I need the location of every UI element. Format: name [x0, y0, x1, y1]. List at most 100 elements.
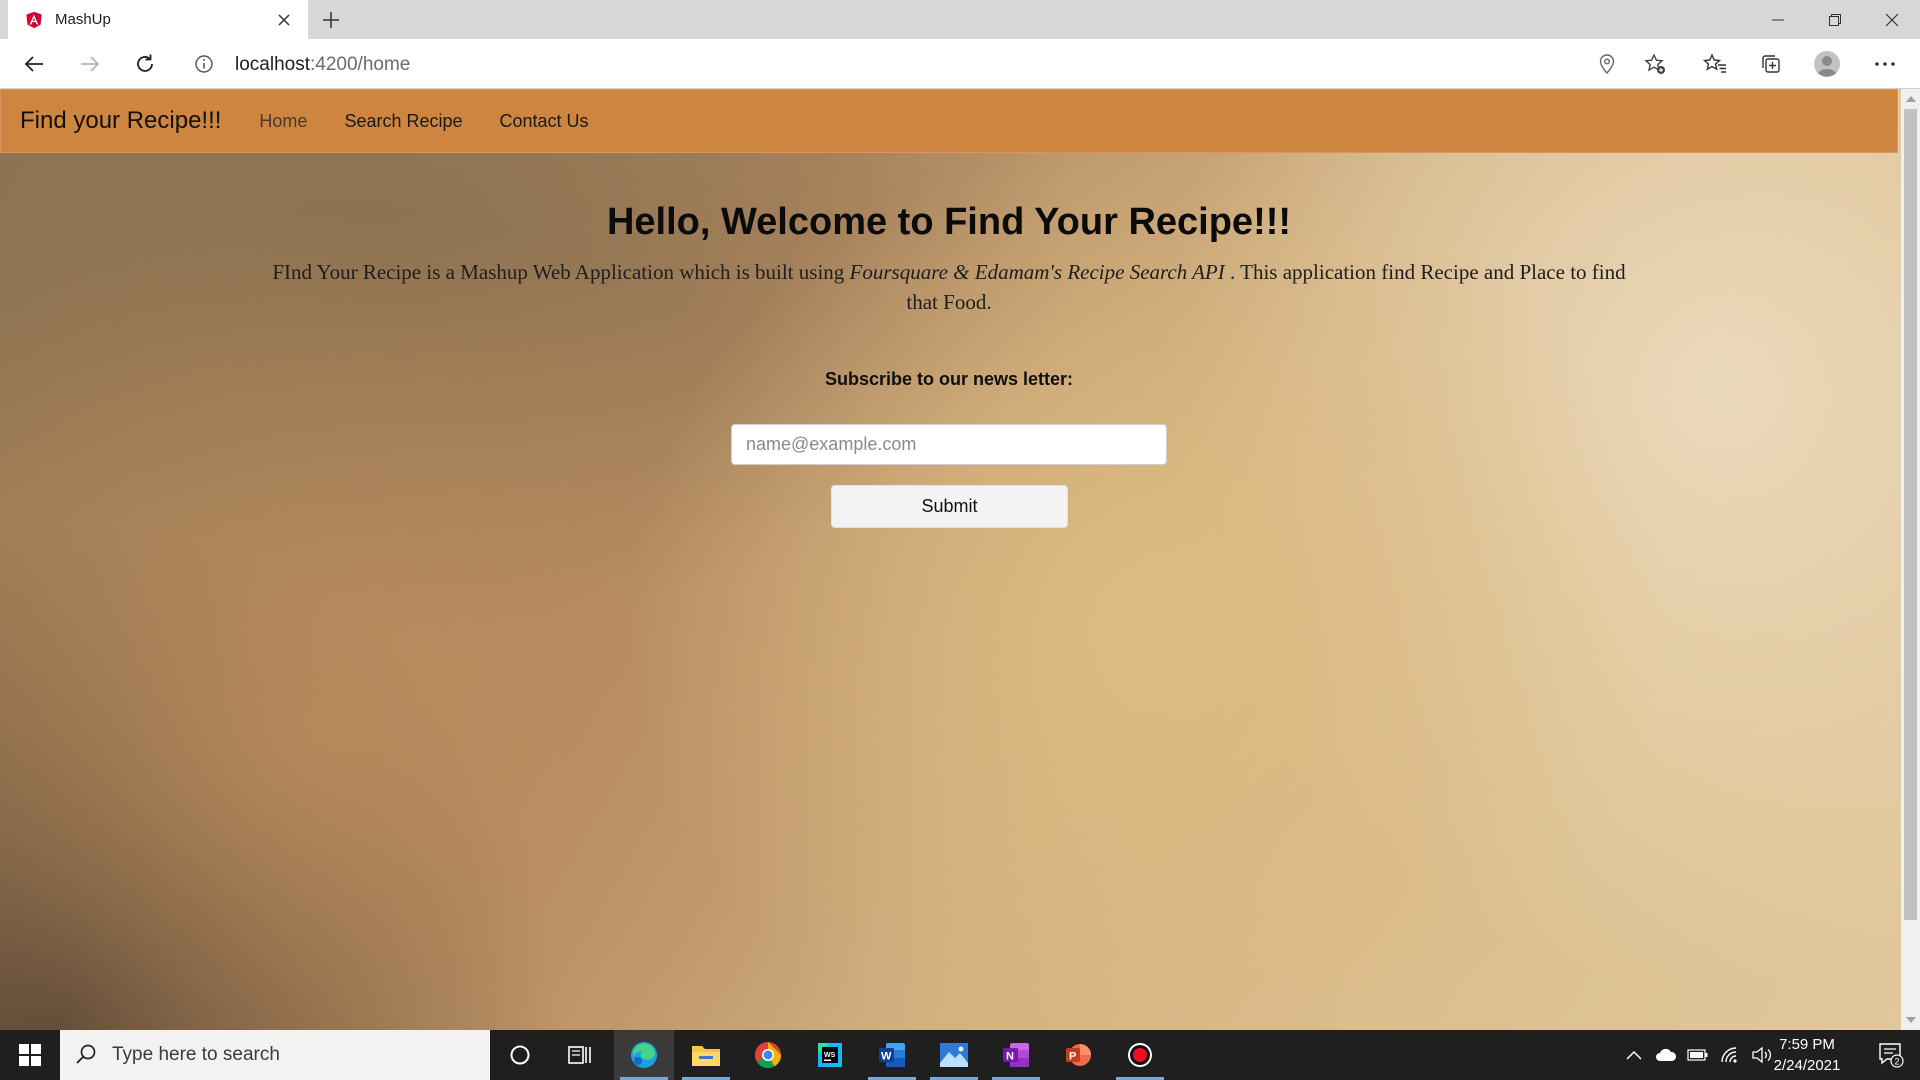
reload-icon	[137, 54, 153, 72]
location-pin-icon[interactable]	[1596, 53, 1618, 75]
favorites-button[interactable]	[1696, 45, 1734, 83]
browser-tab-strip: MashUp	[0, 0, 1920, 39]
vertical-scrollbar[interactable]	[1901, 89, 1920, 1030]
info-icon[interactable]	[194, 54, 214, 74]
cloud-icon	[1656, 1048, 1677, 1061]
powerpoint-icon: P	[1066, 1044, 1091, 1066]
restore-icon	[1828, 13, 1841, 26]
forward-button[interactable]	[71, 45, 109, 83]
scroll-up-icon[interactable]	[1906, 96, 1916, 102]
nav-home[interactable]: Home	[259, 111, 307, 132]
taskbar-edge[interactable]	[614, 1030, 674, 1080]
url-path: :4200/home	[310, 54, 411, 75]
photos-icon	[940, 1043, 968, 1067]
tray-onedrive[interactable]	[1650, 1030, 1682, 1080]
onenote-icon: N	[1003, 1043, 1029, 1067]
cortana-circle-icon	[510, 1045, 530, 1065]
plus-icon	[323, 12, 339, 28]
description-start: FInd Your Recipe is a Mashup Web Applica…	[272, 260, 850, 284]
settings-more-button[interactable]	[1866, 45, 1904, 83]
action-center-button[interactable]: 2	[1862, 1030, 1920, 1080]
tray-network[interactable]	[1714, 1030, 1746, 1080]
restore-button[interactable]	[1806, 0, 1863, 39]
email-input[interactable]	[731, 424, 1167, 465]
more-dots-icon	[1875, 62, 1895, 66]
address-bar[interactable]: localhost:4200/home	[180, 45, 1682, 83]
avatar-icon	[1814, 51, 1840, 77]
taskbar-search-box[interactable]: Type here to search	[60, 1030, 490, 1080]
arrow-left-icon	[24, 56, 43, 72]
favorites-icon	[1703, 53, 1726, 73]
browser-tab[interactable]: MashUp	[8, 0, 308, 39]
taskbar-photos[interactable]	[924, 1030, 984, 1080]
search-icon	[76, 1044, 96, 1064]
page-description: FInd Your Recipe is a Mashup Web Applica…	[255, 257, 1643, 317]
subscribe-label: Subscribe to our news letter:	[824, 369, 1074, 389]
angular-icon	[26, 11, 42, 28]
windows-logo-icon	[19, 1044, 41, 1066]
taskbar-clock[interactable]: 7:59 PM 2/24/2021	[1762, 1034, 1852, 1076]
folder-icon	[692, 1046, 720, 1066]
notification-icon: 2	[1879, 1043, 1904, 1068]
site-navbar: Find your Recipe!!! Home Search Recipe C…	[0, 89, 1898, 153]
profile-button[interactable]	[1808, 45, 1846, 83]
back-button[interactable]	[15, 45, 53, 83]
webstorm-icon: WS	[818, 1043, 842, 1067]
system-tray	[1618, 1030, 1778, 1080]
collections-icon	[1762, 55, 1780, 73]
clock-time: 7:59 PM	[1779, 1036, 1835, 1053]
edge-browser-icon	[631, 1042, 657, 1068]
taskbar-search-placeholder: Type here to search	[112, 1044, 280, 1065]
arrow-right-icon	[81, 56, 100, 72]
svg-text:N: N	[1006, 1051, 1014, 1063]
taskbar-screen-recorder[interactable]	[1110, 1030, 1170, 1080]
svg-text:P: P	[1069, 1051, 1076, 1063]
new-tab-button[interactable]	[318, 7, 344, 33]
add-favorite-icon[interactable]	[1644, 53, 1666, 75]
taskbar-webstorm[interactable]: WS	[800, 1030, 860, 1080]
page-viewport: Find your Recipe!!! Home Search Recipe C…	[0, 89, 1901, 1030]
url-text[interactable]: localhost:4200/home	[235, 54, 410, 76]
scroll-down-icon[interactable]	[1906, 1017, 1916, 1023]
tray-battery[interactable]	[1682, 1030, 1714, 1080]
svg-text:WS: WS	[824, 1052, 836, 1059]
submit-button[interactable]: Submit	[831, 485, 1068, 528]
nav-contact-us[interactable]: Contact Us	[500, 111, 589, 132]
taskbar-chrome[interactable]	[738, 1030, 798, 1080]
task-view-button[interactable]	[550, 1030, 610, 1080]
site-brand[interactable]: Find your Recipe!!!	[20, 107, 221, 135]
description-api-names: Foursquare & Edamam's Recipe Search API	[849, 260, 1225, 284]
svg-text:W: W	[881, 1051, 892, 1063]
url-host: localhost	[235, 54, 310, 75]
taskbar-file-explorer[interactable]	[676, 1030, 736, 1080]
chrome-icon	[754, 1041, 782, 1069]
wifi-icon	[1721, 1047, 1737, 1063]
notification-count: 2	[1895, 1057, 1900, 1067]
close-icon	[1885, 13, 1898, 26]
chevron-up-icon	[1626, 1050, 1642, 1060]
minimize-icon	[1771, 19, 1784, 20]
reload-button[interactable]	[126, 45, 164, 83]
word-icon: W	[879, 1043, 905, 1067]
taskbar-word[interactable]: W	[862, 1030, 922, 1080]
scroll-thumb[interactable]	[1904, 109, 1917, 920]
minimize-button[interactable]	[1749, 0, 1806, 39]
cortana-button[interactable]	[490, 1030, 550, 1080]
clock-date: 2/24/2021	[1773, 1057, 1841, 1074]
tray-overflow-button[interactable]	[1618, 1030, 1650, 1080]
windows-taskbar: Type here to search WS W N P 7:59 PM 2/2…	[0, 1030, 1920, 1080]
close-window-button[interactable]	[1863, 0, 1920, 39]
tab-close-icon[interactable]	[274, 10, 294, 30]
record-icon	[1128, 1043, 1152, 1067]
battery-icon	[1687, 1049, 1708, 1061]
window-controls	[1749, 0, 1920, 39]
tab-title: MashUp	[55, 11, 111, 28]
start-button[interactable]	[0, 1030, 60, 1080]
taskbar-powerpoint[interactable]: P	[1048, 1030, 1108, 1080]
task-view-icon	[568, 1046, 591, 1064]
nav-search-recipe[interactable]: Search Recipe	[344, 111, 462, 132]
browser-toolbar: localhost:4200/home	[0, 39, 1920, 89]
collections-button[interactable]	[1752, 45, 1790, 83]
page-title: Hello, Welcome to Find Your Recipe!!!	[606, 201, 1292, 243]
taskbar-onenote[interactable]: N	[986, 1030, 1046, 1080]
